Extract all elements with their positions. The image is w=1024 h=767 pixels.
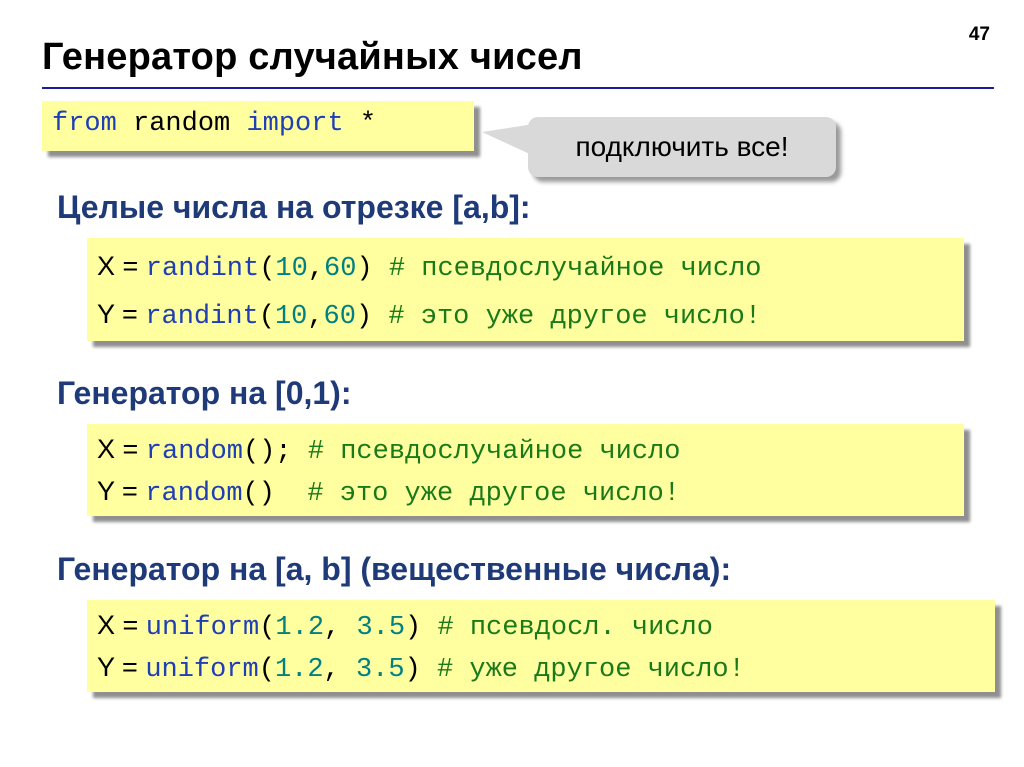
- paren-open: (: [259, 613, 276, 643]
- assign-op: =: [115, 434, 146, 464]
- assign-op: =: [115, 251, 146, 281]
- arg-a: 10: [274, 302, 308, 332]
- code-comment: # псевдосл. число: [437, 613, 713, 643]
- function-name: uniform: [145, 655, 259, 685]
- paren-close: ): [356, 254, 373, 284]
- page-number: 47: [968, 24, 990, 45]
- arg-b: 3.5: [356, 613, 406, 643]
- paren-open: (: [258, 302, 275, 332]
- var-name: X: [97, 610, 116, 640]
- module-name: random: [133, 109, 231, 139]
- var-name: Y: [97, 299, 115, 329]
- paren-open: (: [259, 254, 276, 284]
- code-comment: # это уже другое число!: [388, 302, 762, 332]
- function-name: random: [145, 437, 244, 467]
- paren-close: ): [355, 302, 373, 332]
- code-comment: # это уже другое число!: [307, 479, 681, 509]
- arg-a: 1.2: [275, 613, 325, 643]
- section-heading-unit-interval: Генератор на [0,1):: [57, 375, 352, 411]
- import-line: from random import *: [52, 109, 376, 139]
- title-underline: [42, 87, 994, 89]
- arg-sep: ,: [324, 613, 357, 643]
- paren-close: ): [404, 655, 421, 685]
- var-name: Y: [97, 476, 115, 506]
- keyword-import: import: [246, 109, 344, 139]
- var-name: X: [97, 251, 116, 281]
- import-star: *: [359, 109, 377, 139]
- arg-a: 1.2: [274, 655, 324, 685]
- arg-sep: ,: [307, 254, 325, 284]
- unit-interval-code-box: X = random(); # псевдослучайное число Y …: [87, 424, 964, 516]
- arg-sep: ,: [323, 655, 356, 685]
- code-line: Y = randint(10,60) # это уже другое числ…: [97, 299, 761, 332]
- assign-op: =: [114, 299, 146, 329]
- code-line: X = uniform(1.2, 3.5) # псевдосл. число: [97, 610, 713, 643]
- code-comment: # псевдослучайное число: [307, 437, 681, 467]
- code-line: X = random(); # псевдослучайное число: [97, 434, 681, 467]
- assign-op: =: [114, 652, 146, 682]
- call-parens: (): [242, 479, 275, 509]
- var-name: Y: [97, 652, 115, 682]
- function-name: randint: [145, 302, 259, 332]
- callout-note: подключить все!: [528, 117, 836, 177]
- arg-b: 60: [323, 302, 356, 332]
- code-comment: # уже другое число!: [436, 655, 745, 685]
- integers-code-box: X = randint(10,60) # псевдослучайное чис…: [87, 238, 964, 341]
- paren-open: (: [258, 655, 275, 685]
- code-comment: # псевдослучайное число: [388, 254, 762, 284]
- arg-a: 10: [275, 254, 308, 284]
- var-name: X: [97, 434, 116, 464]
- page-title: Генератор случайных чисел: [42, 36, 583, 78]
- section-heading-integers: Целые числа на отрезке [a,b]:: [57, 189, 531, 225]
- function-name: uniform: [145, 613, 260, 643]
- arg-sep: ,: [307, 302, 324, 332]
- function-name: randint: [145, 254, 260, 284]
- code-line: Y = random() # это уже другое число!: [97, 476, 680, 509]
- code-line: Y = uniform(1.2, 3.5) # уже другое число…: [97, 652, 745, 685]
- arg-b: 60: [324, 254, 357, 284]
- import-code-box: from random import *: [42, 101, 474, 151]
- assign-op: =: [114, 476, 146, 506]
- section-heading-real-range: Генератор на [a, b] (вещественные числа)…: [57, 551, 732, 587]
- real-range-code-box: X = uniform(1.2, 3.5) # псевдосл. число …: [87, 600, 995, 692]
- paren-close: ): [405, 613, 422, 643]
- arg-b: 3.5: [355, 655, 405, 685]
- call-parens: ();: [243, 437, 292, 467]
- keyword-from: from: [52, 109, 117, 139]
- function-name: random: [145, 479, 243, 509]
- assign-op: =: [115, 610, 146, 640]
- code-line: X = randint(10,60) # псевдослучайное чис…: [97, 251, 762, 284]
